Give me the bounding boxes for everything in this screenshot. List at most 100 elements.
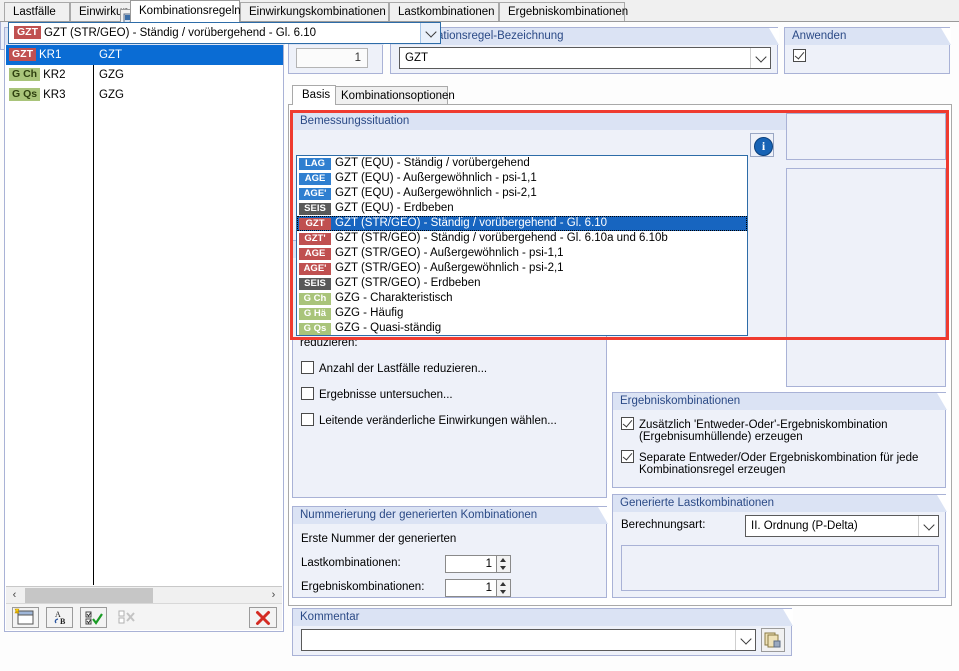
rule-type: GZG bbox=[99, 85, 124, 105]
dropdown-option[interactable]: SEISGZT (EQU) - Erdbeben bbox=[297, 201, 747, 216]
selected-label: GZT (STR/GEO) - Ständig / vorübergehend … bbox=[44, 27, 316, 39]
option-label: GZT (EQU) - Außergewöhnlich - psi-1,1 bbox=[335, 172, 537, 184]
load-combinations-number-input[interactable]: 1 bbox=[445, 555, 497, 573]
rule-type: GZG bbox=[99, 65, 124, 85]
rule-name: KR1 bbox=[39, 49, 61, 61]
load-combinations-label: Lastkombinationen: bbox=[301, 557, 401, 569]
uncheck-all-button[interactable] bbox=[114, 607, 141, 628]
horizontal-scrollbar[interactable]: ‹ › bbox=[6, 586, 282, 604]
envelope-line2: (Ergebnisumhüllende) erzeugen bbox=[621, 431, 888, 443]
tab-ergebniskombinationen[interactable]: Ergebniskombinationen bbox=[499, 2, 625, 21]
tab-label: Einwirkungskombinationen bbox=[249, 6, 386, 18]
option-badge: AGE' bbox=[299, 263, 331, 275]
comment-combo[interactable] bbox=[301, 629, 756, 651]
table-row[interactable]: GZTKR1 GZT bbox=[6, 45, 283, 65]
table-row[interactable]: G ChKR2 GZG bbox=[6, 65, 283, 85]
info-icon: i bbox=[754, 137, 773, 156]
chevron-down-icon[interactable] bbox=[918, 516, 938, 536]
leading-actions-row[interactable]: Leitende veränderliche Einwirkungen wähl… bbox=[301, 413, 557, 427]
envelope-result-combination-row[interactable]: Zusätzlich 'Entweder-Oder'-Ergebniskombi… bbox=[621, 417, 888, 443]
dropdown-option[interactable]: G QsGZG - Quasi-ständig bbox=[297, 321, 747, 336]
panel-header-corner bbox=[769, 28, 779, 45]
tab-basis[interactable]: Basis bbox=[292, 85, 336, 105]
designation-combo[interactable]: GZT bbox=[399, 47, 771, 69]
chevron-down-icon[interactable] bbox=[735, 630, 755, 650]
dropdown-option[interactable]: LAGGZT (EQU) - Ständig / vorübergehend bbox=[297, 156, 747, 171]
leading-actions-checkbox[interactable] bbox=[301, 413, 314, 426]
tab-kombinationsregeln[interactable]: Kombinationsregeln bbox=[130, 0, 240, 22]
numbering-panel: Nummerierung der generierten Kombination… bbox=[292, 506, 607, 598]
dropdown-option[interactable]: AGE'GZT (EQU) - Außergewöhnlich - psi-2,… bbox=[297, 186, 747, 201]
copy-pages-icon bbox=[762, 629, 784, 651]
table-row[interactable]: G QsKR3 GZG bbox=[6, 85, 283, 105]
tab-kombinationsoptionen[interactable]: Kombinationsoptionen bbox=[331, 86, 448, 105]
stepper-down-icon[interactable] bbox=[497, 564, 509, 572]
comment-panel: Kommentar bbox=[292, 608, 792, 656]
stepper-down-icon[interactable] bbox=[497, 588, 509, 596]
tab-einwirkungskombinationen[interactable]: Einwirkungskombinationen bbox=[240, 2, 389, 21]
option-badge: GZT bbox=[299, 218, 331, 230]
result-combinations-stepper[interactable] bbox=[497, 579, 511, 597]
design-situation-dropdown-list[interactable]: LAGGZT (EQU) - Ständig / vorübergehend A… bbox=[296, 155, 748, 336]
separate-line2: Kombinationsregel erzeugen bbox=[621, 464, 918, 476]
rename-button[interactable]: A B bbox=[46, 607, 73, 628]
column-divider bbox=[93, 45, 94, 585]
scrollbar-thumb[interactable] bbox=[25, 588, 153, 603]
reduce-loadcases-checkbox[interactable] bbox=[301, 361, 314, 374]
rule-name: KR3 bbox=[43, 89, 65, 101]
dropdown-option[interactable]: G HäGZG - Häufig bbox=[297, 306, 747, 321]
kr-number-input[interactable]: 1 bbox=[296, 48, 368, 68]
selected-badge: GZT bbox=[14, 26, 41, 39]
chevron-down-icon[interactable] bbox=[750, 48, 770, 68]
design-situation-combo[interactable]: GZTGZT (STR/GEO) - Ständig / vorübergehe… bbox=[8, 22, 441, 44]
dropdown-option-selected[interactable]: GZTGZT (STR/GEO) - Ständig / vorübergehe… bbox=[297, 216, 747, 231]
new-combination-rule-button[interactable] bbox=[12, 607, 39, 628]
separate-result-combination-checkbox[interactable] bbox=[621, 450, 634, 463]
check-all-button[interactable] bbox=[80, 607, 107, 628]
tab-lastkombinationen[interactable]: Lastkombinationen bbox=[389, 2, 499, 21]
calculation-type-combo[interactable]: II. Ordnung (P-Delta) bbox=[745, 515, 939, 537]
right-lower-empty-panel bbox=[786, 168, 946, 387]
stepper-up-icon[interactable] bbox=[497, 556, 509, 564]
dropdown-option[interactable]: GZT'GZT (STR/GEO) - Ständig / vorübergeh… bbox=[297, 231, 747, 246]
red-x-icon bbox=[254, 609, 273, 626]
info-button[interactable]: i bbox=[750, 133, 774, 157]
rule-badge: G Ch bbox=[9, 68, 40, 81]
panel-title: Anwenden bbox=[785, 28, 846, 45]
option-badge: AGE bbox=[299, 248, 331, 260]
dropdown-option[interactable]: G ChGZG - Charakteristisch bbox=[297, 291, 747, 306]
option-label: GZT (STR/GEO) - Außergewöhnlich - psi-1,… bbox=[335, 247, 564, 259]
examine-results-row[interactable]: Ergebnisse untersuchen... bbox=[301, 387, 453, 401]
panel-title: Ergebniskombinationen bbox=[613, 393, 740, 410]
generated-load-combinations-panel: Generierte Lastkombinationen Berechnungs… bbox=[612, 494, 946, 598]
separate-line1: Separate Entweder/Oder Ergebniskombinati… bbox=[639, 452, 918, 464]
stepper-up-icon[interactable] bbox=[497, 580, 509, 588]
scroll-right-icon[interactable]: › bbox=[265, 587, 282, 604]
tab-lastfaelle[interactable]: Lastfälle bbox=[4, 2, 70, 21]
combination-rules-list[interactable]: GZTKR1 GZT G ChKR2 GZG G QsKR3 GZG bbox=[6, 45, 283, 585]
list-toolbar: A B bbox=[6, 603, 282, 630]
panel-title: Nummerierung der generierten Kombination… bbox=[293, 507, 537, 524]
comment-library-button[interactable] bbox=[761, 628, 785, 652]
chevron-down-icon[interactable] bbox=[420, 23, 440, 43]
dropdown-option[interactable]: AGE GZT (STR/GEO) - Außergewöhnlich - psi… bbox=[297, 246, 747, 261]
separate-result-combination-row[interactable]: Separate Entweder/Oder Ergebniskombinati… bbox=[621, 450, 918, 476]
dropdown-option[interactable]: AGE'GZT (STR/GEO) - Außergewöhnlich - ps… bbox=[297, 261, 747, 276]
application-window: Lastfälle Einwirkungen Kombinationsregel… bbox=[0, 0, 959, 671]
result-combinations-number-input[interactable]: 1 bbox=[445, 579, 497, 597]
row-name-cell: G ChKR2 bbox=[9, 65, 91, 85]
examine-results-checkbox[interactable] bbox=[301, 387, 314, 400]
dropdown-option[interactable]: SEISGZT (STR/GEO) - Erdbeben bbox=[297, 276, 747, 291]
envelope-result-combination-checkbox[interactable] bbox=[621, 417, 634, 430]
option-badge: SEIS bbox=[299, 203, 331, 215]
reduce-loadcases-row[interactable]: Anzahl der Lastfälle reduzieren... bbox=[301, 361, 487, 375]
panel-title: Kommentar bbox=[293, 609, 359, 626]
delete-button[interactable] bbox=[249, 607, 277, 628]
tab-label: Kombinationsregeln bbox=[139, 5, 241, 17]
scroll-left-icon[interactable]: ‹ bbox=[6, 587, 23, 604]
load-combinations-stepper[interactable] bbox=[497, 555, 511, 573]
dropdown-option[interactable]: AGEGZT (EQU) - Außergewöhnlich - psi-1,1 bbox=[297, 171, 747, 186]
apply-checkbox[interactable] bbox=[793, 49, 806, 62]
option-badge: SEIS bbox=[299, 278, 331, 290]
examine-results-label: Ergebnisse untersuchen... bbox=[319, 389, 453, 401]
